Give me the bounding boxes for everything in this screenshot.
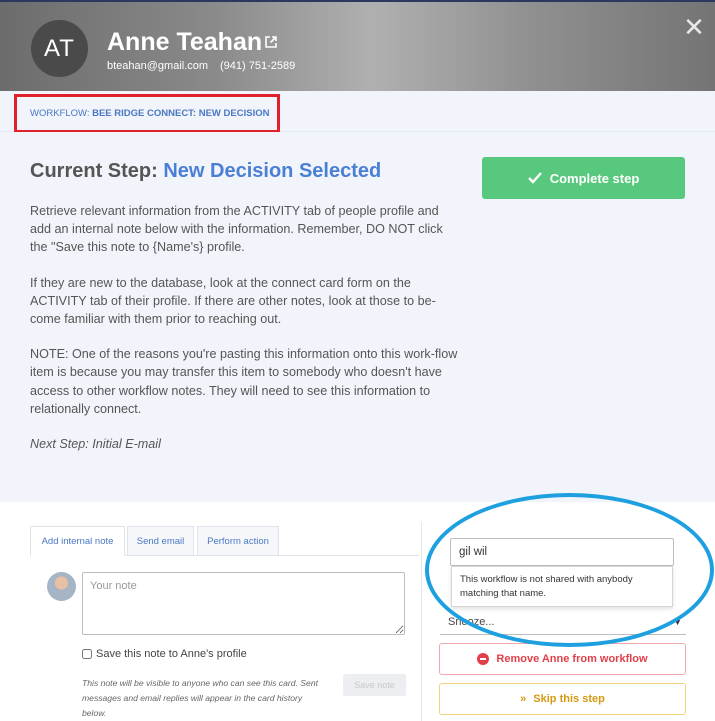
tab-perform-action[interactable]: Perform action: [197, 526, 279, 556]
contact-phone[interactable]: (941) 751-2589: [220, 60, 295, 72]
note-textarea[interactable]: [82, 572, 405, 635]
check-icon: [527, 172, 542, 184]
contact-name: Anne Teahan: [107, 28, 263, 56]
note-visibility-text: This note will be visible to anyone who …: [82, 678, 318, 718]
tab-label: Perform action: [207, 535, 269, 547]
caret-down-icon: ▼: [673, 616, 682, 627]
assign-user-input[interactable]: [450, 538, 674, 566]
save-to-profile-label: Save this note to Anne's profile: [96, 648, 247, 660]
minus-circle-icon: [477, 653, 490, 665]
save-to-profile-check[interactable]: [82, 649, 92, 659]
workflow-name: BEE RIDGE CONNECT: NEW DECISION: [92, 108, 270, 119]
user-avatar: [47, 572, 76, 601]
close-icon[interactable]: ✕: [683, 14, 705, 40]
contact-header: AT Anne Teahan bteahan@gmail.com (941) 7…: [0, 0, 715, 91]
workflow-prefix: WORKFLOW:: [30, 108, 93, 119]
remove-from-workflow-button[interactable]: Remove Anne from workflow: [439, 643, 686, 675]
step-title: Current Step: New Decision Selected: [30, 160, 381, 183]
snooze-select[interactable]: Snooze... ▼: [440, 609, 686, 635]
assign-dropdown-message: This workflow is not shared with anybody…: [451, 566, 673, 607]
contact-email[interactable]: bteahan@gmail.com: [107, 60, 208, 72]
step-paragraph: Retrieve relevant information from the A…: [30, 204, 443, 255]
avatar: AT: [31, 20, 88, 77]
step-description: Retrieve relevant information from the A…: [30, 202, 458, 470]
workflow-label[interactable]: WORKFLOW: BEE RIDGE CONNECT: NEW DECISIO…: [30, 108, 269, 119]
save-note-button[interactable]: Save note: [343, 674, 406, 696]
complete-step-label: Complete step: [549, 170, 640, 186]
tab-label: Add internal note: [41, 535, 114, 547]
snooze-label: Snooze...: [448, 615, 495, 628]
step-title-prefix: Current Step:: [30, 160, 164, 182]
tab-send-email[interactable]: Send email: [127, 526, 194, 556]
column-divider: [421, 522, 422, 721]
step-paragraph: NOTE: One of the reasons you're pasting …: [30, 347, 458, 416]
step-title-name: New Decision Selected: [163, 160, 382, 182]
skip-step-button[interactable]: » Skip this step: [439, 683, 686, 715]
double-chevron-right-icon: »: [520, 693, 527, 705]
tab-add-internal-note[interactable]: Add internal note: [30, 526, 125, 556]
save-to-profile-checkbox[interactable]: Save this note to Anne's profile: [82, 648, 247, 660]
skip-label: Skip this step: [533, 693, 605, 705]
external-link-icon[interactable]: [264, 35, 278, 49]
complete-step-button[interactable]: Complete step: [482, 157, 685, 199]
next-step-text: Next Step: Initial E-mail: [30, 437, 161, 452]
step-paragraph: If they are new to the database, look at…: [30, 275, 436, 327]
remove-label: Remove Anne from workflow: [496, 653, 648, 665]
tab-label: Send email: [136, 535, 185, 547]
